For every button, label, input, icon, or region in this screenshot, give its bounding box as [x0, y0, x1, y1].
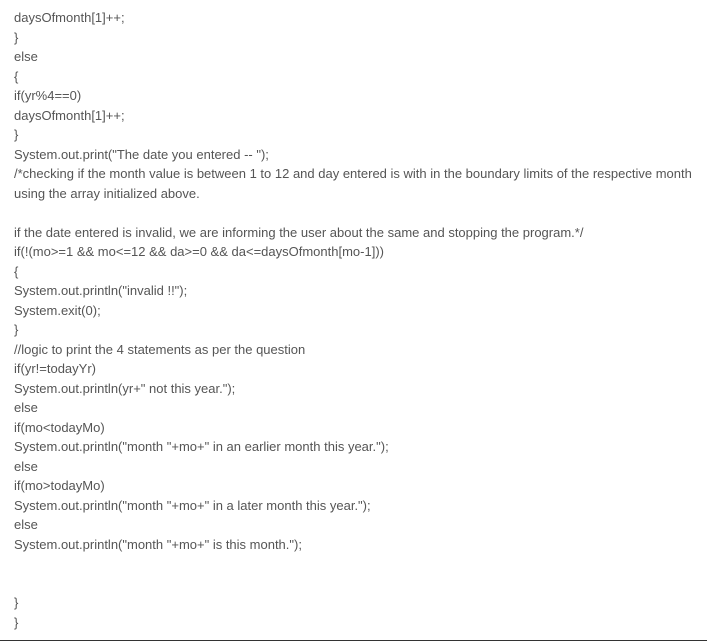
code-line: daysOfmonth[1]++;	[14, 8, 693, 28]
code-line: {	[14, 67, 693, 87]
code-line: {	[14, 262, 693, 282]
code-line: else	[14, 515, 693, 535]
code-line: else	[14, 457, 693, 477]
code-line: /*checking if the month value is between…	[14, 164, 693, 203]
code-line: System.out.print("The date you entered -…	[14, 145, 693, 165]
code-line: if the date entered is invalid, we are i…	[14, 223, 693, 243]
code-line: daysOfmonth[1]++;	[14, 106, 693, 126]
code-line: else	[14, 47, 693, 67]
code-line: }	[14, 320, 693, 340]
code-line: //logic to print the 4 statements as per…	[14, 340, 693, 360]
blank-line	[14, 574, 693, 594]
blank-line	[14, 554, 693, 574]
code-line: System.out.println(yr+" not this year.")…	[14, 379, 693, 399]
code-line: if(yr!=todayYr)	[14, 359, 693, 379]
blank-line	[14, 203, 693, 223]
code-line: }	[14, 28, 693, 48]
code-line: System.exit(0);	[14, 301, 693, 321]
code-line: }	[14, 613, 693, 633]
code-line: if(!(mo>=1 && mo<=12 && da>=0 && da<=day…	[14, 242, 693, 262]
code-line: if(yr%4==0)	[14, 86, 693, 106]
code-line: System.out.println("invalid !!");	[14, 281, 693, 301]
code-line: System.out.println("month "+mo+" is this…	[14, 535, 693, 555]
code-block: daysOfmonth[1]++; } else { if(yr%4==0) d…	[14, 8, 693, 632]
code-line: }	[14, 125, 693, 145]
code-line: System.out.println("month "+mo+" in a la…	[14, 496, 693, 516]
code-line: if(mo>todayMo)	[14, 476, 693, 496]
code-line: else	[14, 398, 693, 418]
code-line: }	[14, 593, 693, 613]
code-line: System.out.println("month "+mo+" in an e…	[14, 437, 693, 457]
code-line: if(mo<todayMo)	[14, 418, 693, 438]
